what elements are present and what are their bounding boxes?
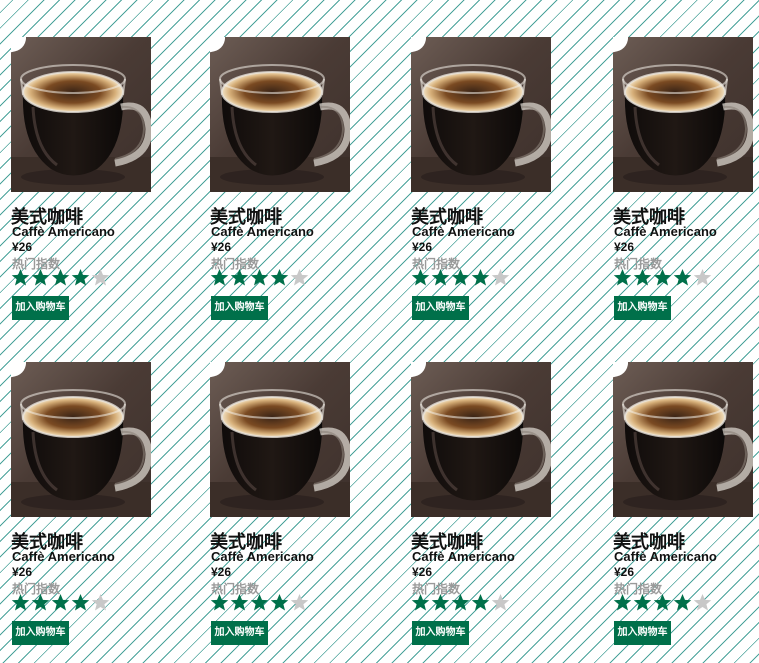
coffee-cup-illustration [411, 389, 551, 517]
star-filled-icon [673, 593, 692, 611]
coffee-cup-photo[interactable] [411, 362, 551, 517]
star-filled-icon [653, 268, 672, 286]
product-name-en: Caffè Americano [412, 549, 515, 564]
star-filled-icon [250, 593, 269, 611]
coffee-cup-illustration [210, 389, 350, 517]
product-price: ¥26 [12, 240, 33, 254]
star-filled-icon [210, 593, 229, 611]
add-to-cart-button[interactable]: 加入购物车 [412, 621, 469, 645]
coffee-cup-illustration [11, 389, 151, 517]
product-name-en: Caffè Americano [12, 549, 115, 564]
coffee-cup-illustration [11, 64, 151, 192]
product-name-en: Caffè Americano [211, 224, 314, 239]
star-filled-icon [613, 268, 632, 286]
star-filled-icon [673, 268, 692, 286]
star-rating [613, 268, 713, 290]
star-filled-icon [250, 268, 269, 286]
add-to-cart-button[interactable]: 加入购物车 [12, 296, 69, 320]
product-card: 美式咖啡 Caffè Americano ¥26 热门指数 加入购物车 [210, 37, 360, 337]
product-card: 美式咖啡 Caffè Americano ¥26 热门指数 加入购物车 [11, 37, 161, 337]
product-name-en: Caffè Americano [412, 224, 515, 239]
star-empty-icon [91, 268, 110, 286]
star-rating [11, 593, 111, 615]
star-filled-icon [633, 593, 652, 611]
star-filled-icon [31, 593, 50, 611]
coffee-cup-photo[interactable] [210, 362, 350, 517]
product-price: ¥26 [412, 565, 433, 579]
star-empty-icon [491, 593, 510, 611]
star-filled-icon [51, 593, 70, 611]
star-empty-icon [491, 268, 510, 286]
star-filled-icon [451, 268, 470, 286]
product-price: ¥26 [614, 240, 635, 254]
star-empty-icon [290, 593, 309, 611]
coffee-cup-photo[interactable] [613, 37, 753, 192]
coffee-cup-illustration [411, 64, 551, 192]
product-card: 美式咖啡 Caffè Americano ¥26 热门指数 加入购物车 [613, 37, 759, 337]
star-filled-icon [31, 268, 50, 286]
star-filled-icon [11, 268, 30, 286]
star-filled-icon [451, 593, 470, 611]
star-rating [613, 593, 713, 615]
star-filled-icon [411, 593, 430, 611]
star-filled-icon [270, 268, 289, 286]
add-to-cart-button[interactable]: 加入购物车 [211, 296, 268, 320]
star-empty-icon [91, 593, 110, 611]
star-rating [411, 268, 511, 290]
product-name-en: Caffè Americano [614, 549, 717, 564]
add-to-cart-button[interactable]: 加入购物车 [12, 621, 69, 645]
star-empty-icon [693, 268, 712, 286]
coffee-cup-illustration [210, 64, 350, 192]
coffee-cup-photo[interactable] [411, 37, 551, 192]
star-filled-icon [51, 268, 70, 286]
product-price: ¥26 [614, 565, 635, 579]
star-filled-icon [431, 268, 450, 286]
star-filled-icon [230, 593, 249, 611]
product-price: ¥26 [211, 240, 232, 254]
star-filled-icon [653, 593, 672, 611]
product-price: ¥26 [12, 565, 33, 579]
star-filled-icon [633, 268, 652, 286]
star-rating [11, 268, 111, 290]
product-price: ¥26 [412, 240, 433, 254]
add-to-cart-button[interactable]: 加入购物车 [211, 621, 268, 645]
product-card: 美式咖啡 Caffè Americano ¥26 热门指数 加入购物车 [613, 362, 759, 662]
add-to-cart-button[interactable]: 加入购物车 [412, 296, 469, 320]
product-grid: 美式咖啡 Caffè Americano ¥26 热门指数 加入购物车 美式咖啡… [0, 0, 759, 663]
coffee-cup-photo[interactable] [11, 37, 151, 192]
star-rating [210, 268, 310, 290]
coffee-cup-illustration [613, 64, 753, 192]
product-card: 美式咖啡 Caffè Americano ¥26 热门指数 加入购物车 [411, 37, 561, 337]
star-filled-icon [431, 593, 450, 611]
coffee-cup-illustration [613, 389, 753, 517]
star-filled-icon [471, 593, 490, 611]
star-filled-icon [71, 593, 90, 611]
star-filled-icon [230, 268, 249, 286]
coffee-cup-photo[interactable] [613, 362, 753, 517]
star-filled-icon [471, 268, 490, 286]
product-card: 美式咖啡 Caffè Americano ¥26 热门指数 加入购物车 [210, 362, 360, 662]
coffee-cup-photo[interactable] [11, 362, 151, 517]
star-rating [411, 593, 511, 615]
add-to-cart-button[interactable]: 加入购物车 [614, 621, 671, 645]
coffee-cup-photo[interactable] [210, 37, 350, 192]
star-empty-icon [290, 268, 309, 286]
star-empty-icon [693, 593, 712, 611]
star-filled-icon [71, 268, 90, 286]
star-filled-icon [613, 593, 632, 611]
star-rating [210, 593, 310, 615]
star-filled-icon [270, 593, 289, 611]
product-card: 美式咖啡 Caffè Americano ¥26 热门指数 加入购物车 [411, 362, 561, 662]
product-price: ¥26 [211, 565, 232, 579]
product-name-en: Caffè Americano [211, 549, 314, 564]
product-card: 美式咖啡 Caffè Americano ¥26 热门指数 加入购物车 [11, 362, 161, 662]
product-name-en: Caffè Americano [614, 224, 717, 239]
star-filled-icon [11, 593, 30, 611]
star-filled-icon [210, 268, 229, 286]
add-to-cart-button[interactable]: 加入购物车 [614, 296, 671, 320]
star-filled-icon [411, 268, 430, 286]
product-name-en: Caffè Americano [12, 224, 115, 239]
